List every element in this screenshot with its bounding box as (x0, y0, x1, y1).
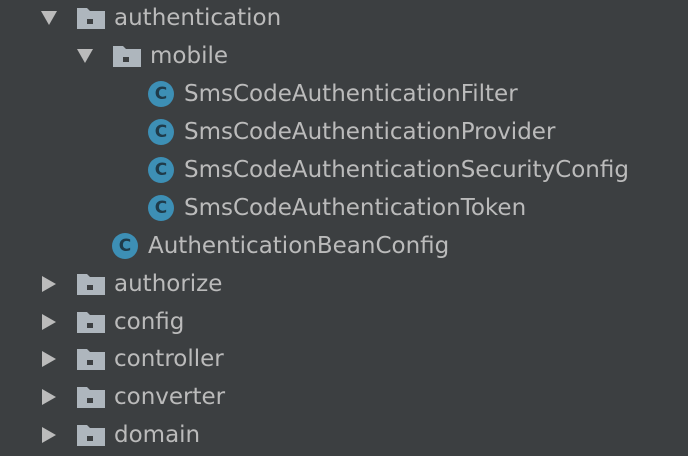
chevron-right-icon[interactable] (40, 313, 58, 331)
tree-item-class[interactable]: C AuthenticationBeanConfig (112, 227, 449, 265)
project-tree: authentication mobile C SmsCodeAuthentic… (0, 0, 688, 456)
tree-item-label: SmsCodeAuthenticationProvider (184, 119, 556, 145)
tree-item-label: authentication (114, 5, 282, 31)
tree-item-label: SmsCodeAuthenticationToken (184, 195, 527, 221)
tree-item-label: SmsCodeAuthenticationFilter (184, 81, 518, 107)
tree-item-class[interactable]: C SmsCodeAuthenticationToken (148, 189, 526, 227)
class-icon: C (148, 195, 174, 221)
tree-item-class[interactable]: C SmsCodeAuthenticationFilter (148, 75, 518, 113)
tree-item-config[interactable]: config (40, 303, 184, 341)
tree-item-label: authorize (114, 271, 223, 297)
class-icon: C (148, 81, 174, 107)
tree-item-label: mobile (150, 43, 229, 69)
chevron-right-icon[interactable] (40, 388, 58, 406)
class-icon: C (112, 233, 138, 259)
folder-icon (76, 272, 106, 296)
tree-item-mobile[interactable]: mobile (76, 37, 228, 75)
tree-item-authorize[interactable]: authorize (40, 265, 222, 303)
chevron-right-icon[interactable] (40, 350, 58, 368)
tree-item-controller[interactable]: controller (40, 340, 224, 378)
tree-item-class[interactable]: C SmsCodeAuthenticationSecurityConfig (148, 151, 629, 189)
folder-icon (76, 347, 106, 371)
chevron-right-icon[interactable] (40, 275, 58, 293)
tree-item-domain[interactable]: domain (40, 416, 200, 454)
folder-icon (76, 6, 106, 30)
tree-item-class[interactable]: C SmsCodeAuthenticationProvider (148, 113, 555, 151)
class-icon: C (148, 119, 174, 145)
tree-item-label: config (114, 309, 185, 335)
tree-item-label: controller (114, 346, 224, 372)
folder-icon (112, 44, 142, 68)
tree-item-label: converter (114, 384, 226, 410)
folder-icon (76, 423, 106, 447)
class-icon: C (148, 157, 174, 183)
tree-item-authentication[interactable]: authentication (40, 0, 281, 37)
folder-icon (76, 385, 106, 409)
tree-item-label: domain (114, 422, 201, 448)
tree-item-label: AuthenticationBeanConfig (148, 233, 450, 259)
tree-item-converter[interactable]: converter (40, 378, 225, 416)
chevron-right-icon[interactable] (40, 426, 58, 444)
folder-icon (76, 310, 106, 334)
chevron-down-icon[interactable] (40, 9, 58, 27)
tree-item-label: SmsCodeAuthenticationSecurityConfig (184, 157, 629, 183)
chevron-down-icon[interactable] (76, 47, 94, 65)
